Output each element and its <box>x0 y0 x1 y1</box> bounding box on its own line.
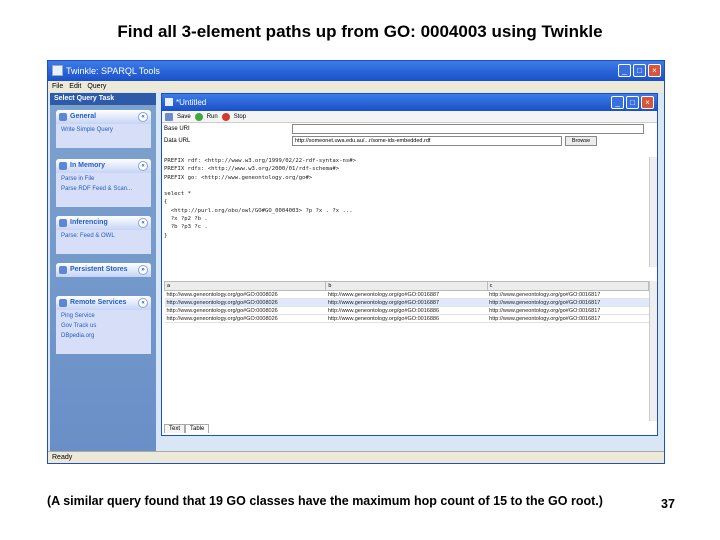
frame-title: *Untitled <box>176 98 207 107</box>
results-table: a b c http://www.geneontology.org/go#GO:… <box>163 281 650 333</box>
task-item-govtrack[interactable]: Gov Track us <box>56 320 151 330</box>
frame-maximize-button[interactable]: □ <box>626 96 639 109</box>
base-uri-field[interactable] <box>292 124 644 134</box>
table-row[interactable]: http://www.geneontology.org/go#GO:000802… <box>164 314 649 323</box>
table-cell: http://www.geneontology.org/go#GO:000802… <box>164 314 326 323</box>
task-item-parse-rdf-feed[interactable]: Parse RDF Feed & Scan... <box>56 183 151 193</box>
frame-titlebar[interactable]: *Untitled _ □ × <box>162 94 657 111</box>
save-button[interactable]: Save <box>177 114 191 120</box>
data-url-field[interactable]: http://someonet.uwa.edu.au/...r/some-ids… <box>292 136 562 146</box>
frame-minimize-button[interactable]: _ <box>611 96 624 109</box>
table-cell: http://www.geneontology.org/go#GO:000802… <box>164 306 326 315</box>
browse-button[interactable]: Browse <box>565 136 597 146</box>
table-row[interactable]: http://www.geneontology.org/go#GO:000802… <box>164 306 649 315</box>
query-frame: *Untitled _ □ × Save Run Stop Base URI D… <box>161 93 658 436</box>
table-cell: http://www.geneontology.org/go#GO:001681… <box>487 314 649 323</box>
stop-button[interactable]: Stop <box>234 114 246 120</box>
save-icon[interactable] <box>165 112 173 121</box>
page-number: 37 <box>661 497 675 511</box>
menu-edit[interactable]: Edit <box>69 83 81 90</box>
menu-query[interactable]: Query <box>87 83 106 90</box>
task-group-header[interactable]: Remote Services « <box>56 296 151 310</box>
stop-icon[interactable] <box>221 112 230 121</box>
column-header-c[interactable]: c <box>486 281 650 291</box>
query-editor[interactable]: PREFIX rdf: <http://www.w3.org/1999/02/2… <box>164 157 652 267</box>
tab-table[interactable]: Table <box>185 424 210 433</box>
collapse-icon[interactable]: « <box>138 298 148 308</box>
table-cell: http://www.geneontology.org/go#GO:001681… <box>487 298 649 307</box>
task-group-inferencing: Inferencing « Parse: Feed & OWL <box>56 216 151 254</box>
task-pane: Select Query Task General « Write Simple … <box>50 93 156 451</box>
table-cell: http://www.geneontology.org/go#GO:001688… <box>325 298 488 307</box>
task-group-header[interactable]: In Memory « <box>56 159 151 173</box>
column-header-a[interactable]: a <box>163 281 327 291</box>
task-item-write-simple-query[interactable]: Write Simple Query <box>56 124 151 134</box>
table-cell: http://www.geneontology.org/go#GO:001681… <box>487 290 649 299</box>
expand-icon[interactable]: » <box>138 265 148 275</box>
collapse-icon[interactable]: « <box>138 161 148 171</box>
app-icon <box>52 65 63 76</box>
task-pane-header: Select Query Task <box>50 93 156 105</box>
table-cell: http://www.geneontology.org/go#GO:001688… <box>325 306 488 315</box>
table-row[interactable]: http://www.geneontology.org/go#GO:000802… <box>164 298 649 307</box>
query-scrollbar[interactable] <box>649 157 657 267</box>
task-group-in-memory: In Memory « Parse in File Parse RDF Feed … <box>56 159 151 207</box>
collapse-icon[interactable]: « <box>138 218 148 228</box>
table-cell: http://www.geneontology.org/go#GO:001681… <box>487 306 649 315</box>
close-button[interactable]: × <box>648 64 661 77</box>
task-item-parse-file[interactable]: Parse in File <box>56 173 151 183</box>
menu-bar: File Edit Query <box>48 81 664 92</box>
table-cell: http://www.geneontology.org/go#GO:000802… <box>164 298 326 307</box>
task-group-general: General « Write Simple Query <box>56 110 151 148</box>
app-title: Twinkle: SPARQL Tools <box>66 66 160 76</box>
task-group-header[interactable]: Persistent Stores» <box>56 263 151 277</box>
frame-close-button[interactable]: × <box>641 96 654 109</box>
app-titlebar[interactable]: Twinkle: SPARQL Tools _ □ × <box>48 61 664 81</box>
table-cell: http://www.geneontology.org/go#GO:001688… <box>325 290 488 299</box>
table-cell: http://www.geneontology.org/go#GO:000802… <box>164 290 326 299</box>
tab-text[interactable]: Text <box>164 424 186 433</box>
frame-toolbar: Save Run Stop <box>162 111 657 123</box>
results-scrollbar[interactable] <box>649 281 657 421</box>
table-row[interactable]: http://www.geneontology.org/go#GO:000802… <box>164 290 649 299</box>
maximize-button[interactable]: □ <box>633 64 646 77</box>
run-button[interactable]: Run <box>207 114 218 120</box>
data-url-row: Data URL http://someonet.uwa.edu.au/...r… <box>162 135 657 147</box>
task-group-remote-services: Remote Services « Ping Service Gov Track … <box>56 296 151 354</box>
data-url-label: Data URL <box>164 138 191 144</box>
table-cell: http://www.geneontology.org/go#GO:001688… <box>325 314 488 323</box>
task-item-parse-feed-owl[interactable]: Parse: Feed & OWL <box>56 230 151 240</box>
slide-title: Find all 3-element paths up from GO: 000… <box>117 22 603 41</box>
menu-file[interactable]: File <box>52 83 63 90</box>
base-uri-label: Base URI <box>164 126 190 132</box>
status-bar: Ready <box>48 451 664 463</box>
document-icon <box>165 98 173 106</box>
task-group-header[interactable]: Inferencing « <box>56 216 151 230</box>
column-header-b[interactable]: b <box>325 281 488 291</box>
slide-caption: (A similar query found that 19 GO classe… <box>47 494 603 508</box>
minimize-button[interactable]: _ <box>618 64 631 77</box>
collapse-icon[interactable]: « <box>138 112 148 122</box>
task-group-header[interactable]: General « <box>56 110 151 124</box>
twinkle-window: Twinkle: SPARQL Tools _ □ × File Edit Qu… <box>47 60 665 464</box>
base-uri-row: Base URI <box>162 123 657 135</box>
task-group-persistent-stores: Persistent Stores» <box>56 263 151 277</box>
task-item-ping-service[interactable]: Ping Service <box>56 310 151 320</box>
task-item-dbpedia[interactable]: DBpedia.org <box>56 330 151 340</box>
run-icon[interactable] <box>194 112 203 121</box>
view-tabs: Text Table <box>164 424 210 433</box>
